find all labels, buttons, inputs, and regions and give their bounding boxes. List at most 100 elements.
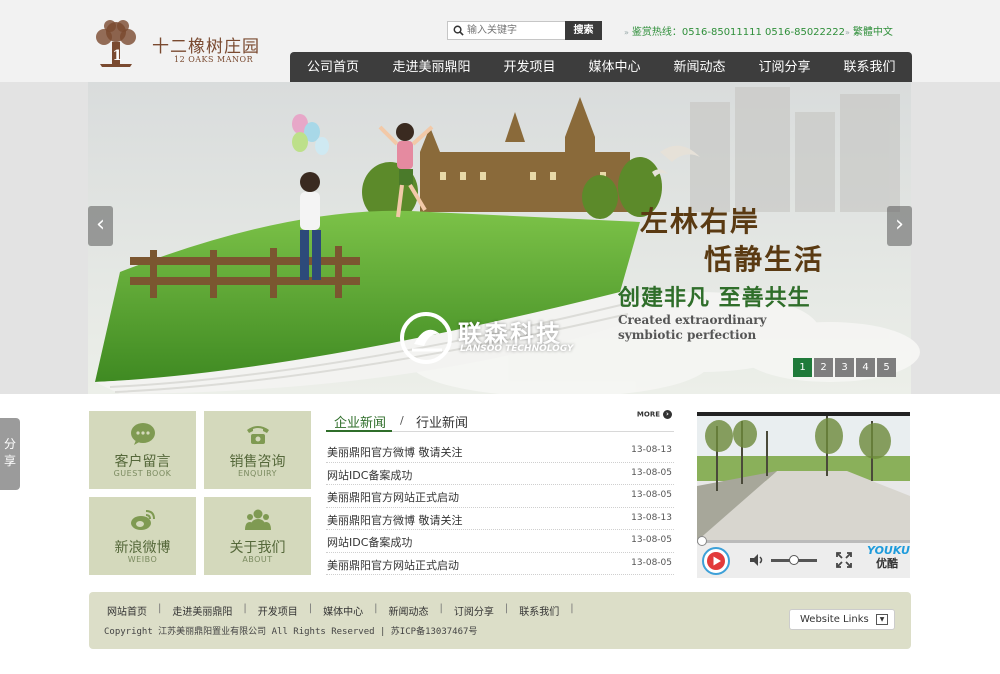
website-links-label: Website Links — [800, 614, 869, 625]
double-chevron-icon: » — [845, 28, 850, 37]
video-frame[interactable] — [697, 416, 910, 541]
people-icon — [245, 509, 271, 530]
news-item[interactable]: 美丽鼎阳官方网站正式启动 13-08-05 — [326, 485, 674, 508]
main-nav: 公司首页 走进美丽鼎阳 开发项目 媒体中心 新闻动态 订阅分享 联系我们 — [290, 52, 912, 82]
footer-separator: | — [308, 603, 313, 614]
tile-guest-book-sublabel: GUEST BOOK — [113, 469, 172, 478]
lansoo-logo-icon — [400, 312, 452, 364]
footer-link-projects[interactable]: 开发项目 — [258, 603, 298, 618]
footer-link-about-dingyang[interactable]: 走进美丽鼎阳 — [172, 603, 232, 618]
news-date: 13-08-05 — [631, 467, 672, 478]
more-label: MORE — [636, 410, 660, 419]
telephone-icon — [247, 426, 269, 444]
footer-link-news[interactable]: 新闻动态 — [389, 603, 429, 618]
tile-guest-book[interactable]: 客户留言 GUEST BOOK — [89, 411, 196, 489]
pager-dot-2[interactable]: 2 — [814, 358, 833, 377]
tile-weibo[interactable]: 新浪微博 WEIBO — [89, 497, 196, 575]
tile-about-sublabel: ABOUT — [242, 555, 273, 564]
volume-slider[interactable] — [771, 555, 817, 565]
pager-dot-3[interactable]: 3 — [835, 358, 854, 377]
slogan-en-2: symbiotic perfection — [618, 328, 757, 342]
news-date: 13-08-13 — [631, 445, 672, 455]
website-links-select[interactable]: Website Links ▼ — [789, 609, 895, 630]
pager-dot-4[interactable]: 4 — [856, 358, 875, 377]
footer-link-contact[interactable]: 联系我们 — [519, 603, 559, 618]
language-label: 繁體中文 — [852, 27, 893, 38]
tab-industry-news[interactable]: 行业新闻 — [416, 412, 468, 431]
nav-item-home[interactable]: 公司首页 — [290, 52, 376, 82]
nav-item-news[interactable]: 新闻动态 — [657, 52, 742, 82]
footer-separator: | — [439, 603, 443, 614]
slogan-en-1: Created extraordinary — [618, 313, 767, 327]
tile-guest-book-label: 客户留言 — [114, 454, 171, 470]
tile-enquiry-label: 销售咨询 — [229, 454, 286, 470]
tile-about-label: 关于我们 — [229, 540, 286, 556]
volume-handle[interactable] — [789, 555, 799, 565]
news-list: 美丽鼎阳官方微博 敬请关注 13-08-13 网站IDC备案成功 13-08-0… — [326, 440, 674, 575]
chat-bubble-icon — [131, 423, 155, 445]
news-item[interactable]: 美丽鼎阳官方微博 敬请关注 13-08-13 — [326, 440, 674, 463]
footer-links: 网站首页 | 走进美丽鼎阳 | 开发项目 | 媒体中心 | 新闻动态 | 订阅分享 | 联系… — [107, 603, 585, 618]
news-title: 美丽鼎阳官方微博 敬请关注 — [327, 513, 463, 527]
news-item[interactable]: 网站IDC备案成功 13-08-05 — [326, 463, 674, 485]
tile-about[interactable]: 关于我们 ABOUT — [204, 497, 311, 575]
pager-dot-5[interactable]: 5 — [877, 358, 896, 377]
footer-separator: | — [243, 603, 247, 614]
progress-bar[interactable] — [697, 536, 910, 546]
news-title: 美丽鼎阳官方网站正式启动 — [327, 558, 459, 572]
share-tab[interactable]: 分享 — [0, 418, 20, 490]
play-button[interactable] — [702, 547, 730, 575]
header: 1 十二橡树庄园 12 OAKS MANOR 搜索 »鉴赏热线：0516-850… — [0, 0, 1000, 82]
video-thumbnail — [697, 416, 910, 541]
news-date: 13-08-05 — [631, 490, 672, 500]
fullscreen-icon[interactable] — [836, 552, 852, 568]
search-input[interactable] — [467, 23, 562, 38]
news-date: 13-08-05 — [631, 557, 672, 568]
brand-name-en: 12 OAKS MANOR — [174, 55, 254, 64]
youku-brand[interactable]: YOUKU 优酷 — [867, 544, 910, 571]
youku-logo: YOUKU — [867, 544, 910, 557]
tile-enquiry-sublabel: ENQUIRY — [238, 469, 277, 478]
news-item[interactable]: 网站IDC备案成功 13-08-05 — [326, 530, 674, 553]
slogan-line-1: 左林右岸 — [640, 205, 761, 238]
brand-name-cn: 十二橡树庄园 — [152, 37, 260, 57]
oak-tree-logo-icon: 1 — [96, 20, 136, 67]
nav-item-projects[interactable]: 开发项目 — [487, 52, 572, 82]
watermark-en: LANSOO TECHNOLOGY — [460, 344, 574, 354]
nav-item-about-dingyang[interactable]: 走进美丽鼎阳 — [376, 52, 487, 82]
hero-banner: 左林右岸 恬静生活 创建非凡 至善共生 Created extraordinar… — [0, 82, 1000, 394]
footer-link-subscribe[interactable]: 订阅分享 — [454, 603, 494, 618]
logo[interactable]: 1 十二橡树庄园 12 OAKS MANOR — [90, 18, 280, 70]
nav-item-contact[interactable]: 联系我们 — [827, 52, 912, 82]
dropdown-arrow-icon: ▼ — [876, 614, 888, 625]
hotline: » 鉴赏热线：0516-85011111 0516-85022222 — [624, 23, 845, 38]
nav-item-subscribe[interactable]: 订阅分享 — [742, 52, 827, 82]
more-link[interactable]: MORE › — [637, 410, 672, 419]
tile-enquiry[interactable]: 销售咨询 ENQUIRY — [204, 411, 311, 489]
footer-separator: | — [504, 603, 509, 614]
slogan-line-3: 创建非凡 至善共生 — [618, 285, 811, 311]
volume-icon[interactable] — [749, 553, 765, 567]
search-button[interactable]: 搜索 — [565, 21, 602, 40]
nav-item-media-center[interactable]: 媒体中心 — [572, 52, 657, 82]
banner-next-button[interactable]: › — [887, 206, 912, 246]
news-item[interactable]: 美丽鼎阳官方网站正式启动 13-08-05 — [326, 553, 674, 575]
watermark: 联森科技 LANSOO TECHNOLOGY — [400, 310, 610, 370]
tile-weibo-label: 新浪微博 — [114, 540, 171, 556]
banner-prev-button[interactable]: ‹ — [88, 206, 113, 246]
news-title: 美丽鼎阳官方网站正式启动 — [327, 491, 459, 504]
youku-cn: 优酷 — [876, 557, 898, 570]
footer-separator: | — [570, 603, 574, 614]
pager-dot-1[interactable]: 1 — [793, 358, 812, 377]
tab-company-news[interactable]: 企业新闻 — [326, 412, 392, 432]
language-switch[interactable]: » 繁體中文 — [845, 23, 893, 38]
banner-pager: 1 2 3 4 5 — [793, 358, 896, 377]
footer-link-home[interactable]: 网站首页 — [107, 603, 147, 618]
logo-glyph: 1 — [113, 48, 123, 64]
news-item[interactable]: 美丽鼎阳官方微博 敬请关注 13-08-13 — [326, 508, 674, 530]
progress-handle[interactable] — [697, 536, 707, 546]
footer-link-media-center[interactable]: 媒体中心 — [323, 603, 363, 618]
tab-separator: / — [400, 414, 404, 427]
weibo-icon — [131, 510, 155, 530]
search-icon — [453, 25, 464, 36]
